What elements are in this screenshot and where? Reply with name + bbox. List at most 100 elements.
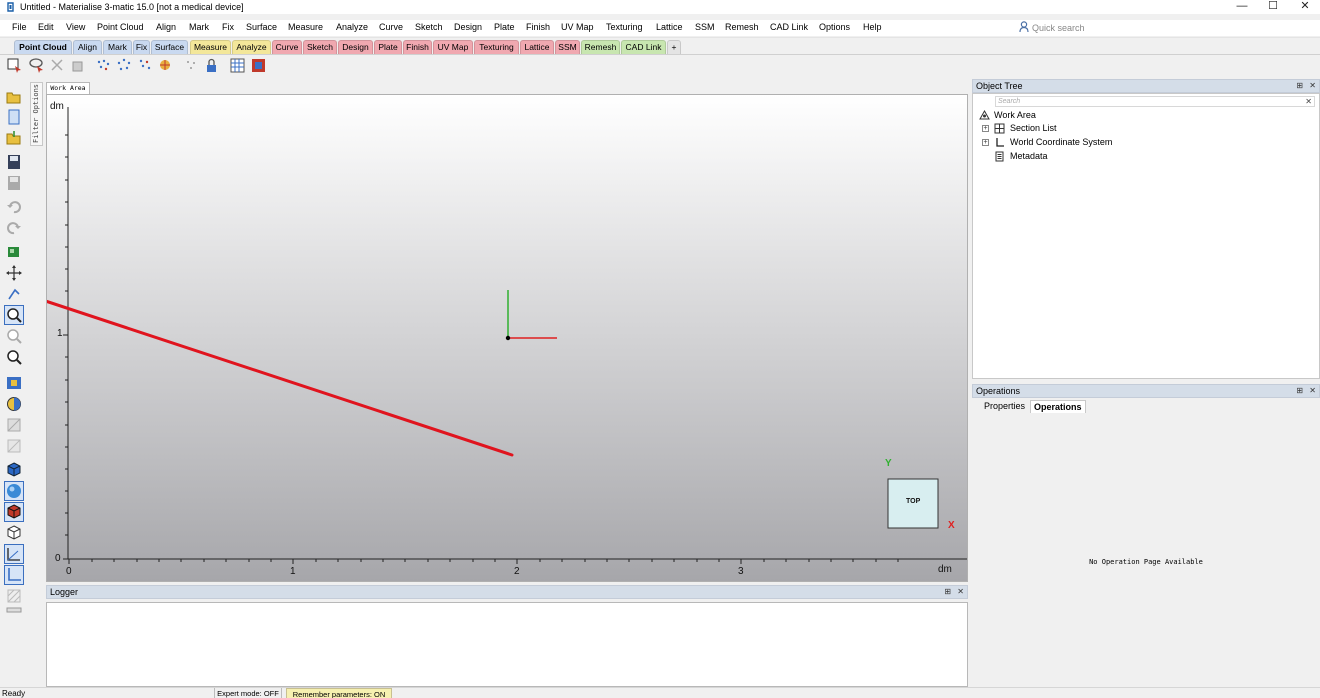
menu-file[interactable]: File — [12, 21, 27, 34]
menu-point-cloud[interactable]: Point Cloud — [97, 21, 144, 34]
coordinate-icon[interactable] — [4, 565, 24, 585]
points-select-icon[interactable] — [116, 57, 133, 74]
point-select-icon[interactable] — [95, 57, 112, 74]
view-image-icon[interactable] — [5, 374, 23, 392]
work-area-tab[interactable]: Work Area — [46, 82, 90, 94]
menu-surface[interactable]: Surface — [246, 21, 277, 34]
zoom-fit-icon[interactable] — [4, 305, 24, 325]
cube-shaded-icon[interactable] — [4, 502, 24, 522]
pin-icon[interactable]: ⊞ — [944, 587, 951, 596]
tab-curve[interactable]: Curve — [272, 40, 302, 54]
zoom-icon[interactable] — [5, 348, 23, 366]
tab-align[interactable]: Align — [73, 40, 102, 54]
tab-uv-map[interactable]: UV Map — [433, 40, 473, 54]
menu-fix[interactable]: Fix — [222, 21, 234, 34]
close-icon[interactable]: ✕ — [957, 587, 964, 596]
tab-surface[interactable]: Surface — [151, 40, 188, 54]
menu-mark[interactable]: Mark — [189, 21, 209, 34]
tree-node-metadata[interactable]: Metadata — [1010, 150, 1048, 162]
menu-finish[interactable]: Finish — [526, 21, 550, 34]
minimize-button[interactable]: — — [1230, 0, 1254, 14]
tab-sketch[interactable]: Sketch — [303, 40, 337, 54]
section-icon[interactable] — [5, 437, 23, 455]
screenshot-icon[interactable] — [250, 57, 267, 74]
menu-uv-map[interactable]: UV Map — [561, 21, 594, 34]
wireframe-cube-icon[interactable] — [5, 524, 23, 542]
zoom-disabled-icon[interactable] — [5, 327, 23, 345]
invert-select-icon[interactable] — [70, 57, 87, 74]
filter-options-tab[interactable]: Filter Options — [30, 82, 43, 146]
tab-plate[interactable]: Plate — [374, 40, 402, 54]
menu-view[interactable]: View — [66, 21, 85, 34]
expand-icon[interactable]: + — [982, 125, 989, 132]
tab-mark[interactable]: Mark — [103, 40, 132, 54]
quick-search[interactable]: Quick search — [1018, 20, 1138, 36]
menu-analyze[interactable]: Analyze — [336, 21, 368, 34]
menu-design[interactable]: Design — [454, 21, 482, 34]
menu-align[interactable]: Align — [156, 21, 176, 34]
lock-icon[interactable] — [203, 57, 220, 74]
hatch-icon[interactable] — [5, 587, 23, 605]
tab-ssm[interactable]: SSM — [555, 40, 580, 54]
menu-edit[interactable]: Edit — [38, 21, 54, 34]
tab-analyze[interactable]: Analyze — [232, 40, 271, 54]
redo-icon[interactable] — [5, 219, 23, 237]
render-icon[interactable] — [157, 57, 174, 74]
tab-finish[interactable]: Finish — [403, 40, 432, 54]
undo-icon[interactable] — [5, 198, 23, 216]
tab-cad-link[interactable]: CAD Link — [621, 40, 666, 54]
clear-search-icon[interactable]: ✕ — [1305, 97, 1312, 107]
select-icon[interactable] — [6, 57, 23, 74]
transparency-icon[interactable] — [5, 416, 23, 434]
sphere-view-icon[interactable] — [4, 481, 24, 501]
point-cloud-select-icon[interactable] — [137, 57, 154, 74]
close-window-button[interactable]: ✕ — [1293, 0, 1317, 14]
tree-node-work-area[interactable]: Work Area — [994, 109, 1036, 121]
menu-remesh[interactable]: Remesh — [725, 21, 759, 34]
new-document-icon[interactable] — [5, 108, 23, 126]
close-icon[interactable]: ✕ — [1309, 386, 1316, 395]
pin-icon[interactable]: ⊞ — [1296, 81, 1303, 90]
view-cube-top-label[interactable]: TOP — [906, 498, 920, 505]
cube-view-icon[interactable] — [5, 461, 23, 479]
tab-operations[interactable]: Operations — [1030, 400, 1086, 413]
tab-design[interactable]: Design — [338, 40, 373, 54]
tree-node-section-list[interactable]: Section List — [1010, 122, 1057, 134]
tab-point-cloud[interactable]: Point Cloud — [14, 40, 72, 54]
menu-curve[interactable]: Curve — [379, 21, 403, 34]
pan-icon[interactable] — [5, 264, 23, 282]
menu-lattice[interactable]: Lattice — [656, 21, 683, 34]
model-icon[interactable] — [5, 243, 23, 261]
expert-mode-indicator[interactable]: Expert mode: OFF — [214, 688, 282, 698]
menu-options[interactable]: Options — [819, 21, 850, 34]
palette-icon[interactable] — [5, 395, 23, 413]
tab-texturing[interactable]: Texturing — [474, 40, 519, 54]
tree-search-input[interactable]: Search ✕ — [995, 96, 1315, 107]
save-icon[interactable] — [5, 153, 23, 171]
lasso-select-icon[interactable] — [28, 57, 45, 74]
rotate-icon[interactable] — [5, 285, 23, 303]
viewport-3d[interactable]: dm 1 0 0 1 2 3 dm Y X TOP — [46, 94, 968, 582]
scatter-icon[interactable] — [183, 57, 200, 74]
import-icon[interactable] — [5, 129, 23, 147]
logger-body[interactable] — [46, 602, 968, 687]
tab-remesh[interactable]: Remesh — [581, 40, 620, 54]
open-folder-icon[interactable] — [5, 88, 23, 106]
tab-properties[interactable]: Properties — [981, 400, 1028, 413]
pin-icon[interactable]: ⊞ — [1296, 386, 1303, 395]
toolbar-overflow-icon[interactable] — [5, 606, 23, 614]
menu-cad-link[interactable]: CAD Link — [770, 21, 808, 34]
tree-node-world-coordinate-system[interactable]: World Coordinate System — [1010, 136, 1112, 148]
menu-sketch[interactable]: Sketch — [415, 21, 443, 34]
measure-axes-icon[interactable] — [4, 544, 24, 564]
menu-texturing[interactable]: Texturing — [606, 21, 643, 34]
menu-ssm[interactable]: SSM — [695, 21, 715, 34]
tab-measure[interactable]: Measure — [190, 40, 231, 54]
menu-measure[interactable]: Measure — [288, 21, 323, 34]
add-tab-button[interactable]: + — [667, 40, 681, 54]
tab-fix[interactable]: Fix — [133, 40, 150, 54]
close-icon[interactable]: ✕ — [1309, 81, 1316, 90]
tab-lattice[interactable]: Lattice — [520, 40, 554, 54]
menu-help[interactable]: Help — [863, 21, 882, 34]
menu-plate[interactable]: Plate — [494, 21, 515, 34]
